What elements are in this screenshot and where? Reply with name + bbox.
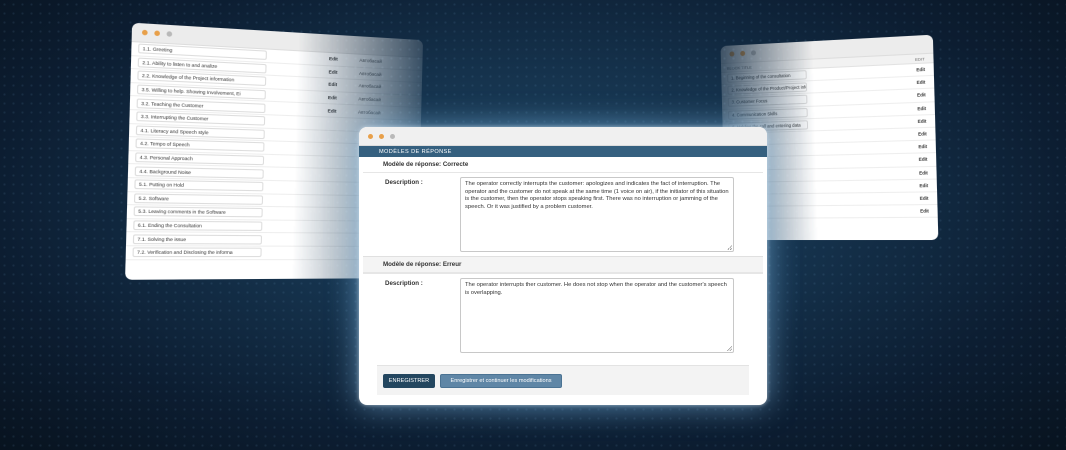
edit-link[interactable]: [326, 175, 356, 176]
edit-link[interactable]: Edit: [328, 95, 358, 101]
window-dot-icon: [166, 31, 173, 37]
edit-link[interactable]: Edit: [917, 80, 926, 86]
description-textarea-correct[interactable]: The operator correctly interrupts the cu…: [460, 177, 734, 252]
window-dot-icon: [729, 51, 735, 57]
block-label: 2. Knowledge of the Product/Project info…: [727, 82, 808, 96]
edit-link[interactable]: Edit: [328, 108, 358, 114]
edit-link[interactable]: Edit: [918, 144, 927, 149]
save-and-continue-button[interactable]: Enregistrer et continuer les modificatio…: [440, 373, 562, 388]
edit-link[interactable]: Edit: [918, 131, 927, 137]
criteria-label: 5.3. Leaving comments in the Software: [133, 206, 263, 218]
window-dot-icon: [368, 133, 373, 139]
block-label: 1. Beginning of the consultation: [727, 70, 807, 83]
description-row-error: Description : The operator interrupts th…: [363, 273, 763, 355]
section-title: MODÈLES DE RÉPONSE: [359, 146, 767, 157]
edit-link[interactable]: [326, 162, 356, 163]
window-dot-icon: [154, 30, 161, 37]
criteria-label: 7.2. Verification and Disclosing the inf…: [132, 247, 262, 258]
form-actions: ENREGISTRER Enregistrer et continuer les…: [377, 365, 749, 395]
block-label: 4. Communication Skills: [728, 107, 808, 120]
action-link[interactable]: Автобасай: [359, 58, 382, 64]
response-models-window: MODÈLES DE RÉPONSE Modèle de réponse: Co…: [359, 127, 767, 405]
description-textarea-error[interactable]: The operator interrupts ther customer. H…: [460, 278, 734, 353]
block-title-header: BLOCK TITLE: [726, 64, 752, 71]
window-titlebar: [359, 127, 767, 146]
description-label: Description :: [385, 179, 423, 186]
edit-link[interactable]: Edit: [917, 93, 926, 99]
edit-header: EDIT: [914, 55, 925, 62]
description-label: Description :: [385, 280, 423, 287]
edit-link[interactable]: Edit: [329, 69, 359, 76]
description-text: The operator correctly interrupts the cu…: [465, 181, 729, 210]
save-button[interactable]: ENREGISTRER: [383, 373, 435, 388]
description-text: The operator interrupts ther customer. H…: [465, 282, 727, 296]
edit-link[interactable]: Edit: [919, 183, 928, 188]
model-label-correct: Modèle de réponse: Correcte: [363, 157, 763, 172]
resize-handle-icon[interactable]: [727, 245, 732, 250]
window-dot-icon: [379, 133, 384, 139]
criteria-label: 4.1. Literacy and Speech style: [135, 125, 265, 140]
model-label-error: Modèle de réponse: Erreur: [363, 256, 763, 273]
edit-link[interactable]: Edit: [920, 208, 929, 213]
criteria-label: 4.3. Personal Approach: [135, 152, 265, 166]
window-dot-icon: [141, 29, 148, 36]
edit-link[interactable]: Edit: [917, 105, 926, 111]
action-link[interactable]: Автобасай: [358, 109, 381, 115]
edit-link[interactable]: Edit: [920, 196, 929, 201]
edit-link[interactable]: Edit: [916, 67, 925, 73]
edit-link[interactable]: Edit: [328, 82, 358, 89]
edit-link[interactable]: [327, 136, 357, 137]
criteria-label: 5.2. Software: [133, 193, 264, 205]
window-dot-icon: [750, 50, 757, 56]
edit-link[interactable]: Edit: [918, 118, 927, 124]
edit-link[interactable]: [327, 123, 357, 124]
criteria-label: 4.4. Background Noise: [134, 166, 264, 179]
description-row-correct: Description : The operator correctly int…: [363, 172, 763, 256]
criteria-label: 6.1. Ending the Consultation: [133, 220, 263, 231]
criteria-label: 5.1. Putting on Hold: [134, 179, 264, 192]
edit-link[interactable]: Edit: [329, 56, 359, 63]
edit-link[interactable]: [327, 149, 357, 150]
window-dot-icon: [390, 133, 395, 139]
criteria-label: 4.2. Tempo of Speech: [135, 138, 265, 153]
edit-link[interactable]: Edit: [919, 157, 928, 162]
action-link[interactable]: Автобасай: [359, 71, 382, 77]
block-label: 3. Customer Focus: [727, 95, 808, 108]
window-dot-icon: [740, 50, 746, 57]
action-link[interactable]: Автобасай: [359, 84, 382, 90]
criteria-label: 7.1. Solving the issue: [132, 233, 263, 245]
edit-link[interactable]: [326, 188, 356, 189]
resize-handle-icon[interactable]: [727, 346, 732, 351]
action-link[interactable]: Автобасай: [358, 96, 381, 102]
edit-link[interactable]: Edit: [919, 170, 928, 175]
